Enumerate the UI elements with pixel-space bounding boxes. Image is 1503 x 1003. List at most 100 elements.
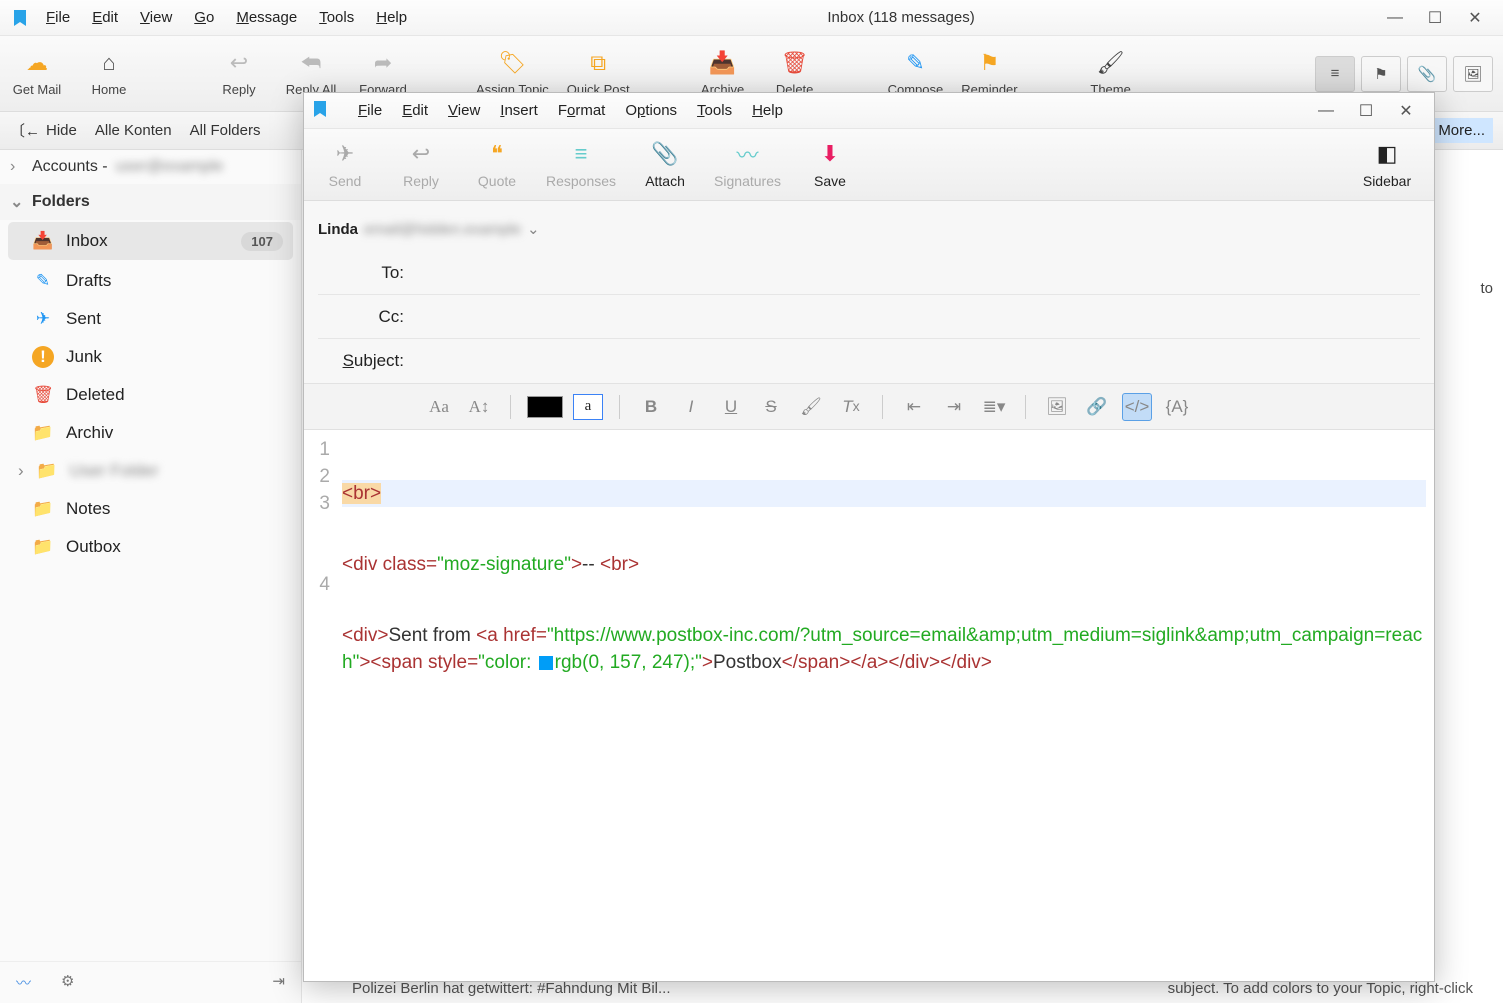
sidebar-item-notes[interactable]: 📁 Notes (0, 490, 301, 528)
compose-maximize[interactable]: ☐ (1356, 101, 1376, 121)
bold-button[interactable]: B (636, 393, 666, 421)
sidebar-item-outbox[interactable]: 📁 Outbox (0, 528, 301, 566)
all-accounts-button[interactable]: Alle Konten (95, 122, 172, 139)
sidebar-item-userfolder[interactable]: › 📁 User Folder (0, 452, 301, 490)
code-body[interactable]: <br> <div class="moz-signature">-- <br> … (338, 430, 1434, 981)
compose-menu-tools[interactable]: Tools (687, 98, 742, 123)
compose-close[interactable]: ✕ (1396, 101, 1416, 121)
cc-label: Cc: (318, 307, 416, 327)
view-image-icon[interactable]: 🖼 (1453, 56, 1493, 92)
font-size-button[interactable]: A↕ (464, 393, 494, 421)
toolbar-theme[interactable]: 🖌Theme (1084, 50, 1138, 97)
all-folders-button[interactable]: All Folders (190, 122, 261, 139)
view-attach-icon[interactable]: 📎 (1407, 56, 1447, 92)
toolbar-replyall[interactable]: ⮪Reply All (284, 50, 338, 97)
template-button[interactable]: {A} (1162, 393, 1192, 421)
hide-button[interactable]: 〔← Hide (10, 120, 77, 141)
html-source-editor[interactable]: 1 2 3 4 <br> <div class="moz-signature">… (304, 430, 1434, 981)
sidebar-item-deleted[interactable]: 🗑 Deleted (0, 376, 301, 414)
sidebar-item-sent[interactable]: ✈ Sent (0, 300, 301, 338)
sidebar-item-archiv[interactable]: 📁 Archiv (0, 414, 301, 452)
link-button[interactable]: 🔗 (1082, 393, 1112, 421)
folders-header[interactable]: ⌄ Folders (0, 184, 301, 220)
menu-help[interactable]: Help (366, 5, 417, 30)
compose-attach[interactable]: 📎Attach (638, 141, 692, 189)
compose-menu-edit[interactable]: Edit (392, 98, 438, 123)
image-button[interactable]: 🖼 (1042, 393, 1072, 421)
to-input[interactable] (416, 256, 1390, 290)
compose-minimize[interactable]: — (1316, 101, 1336, 121)
outdent-button[interactable]: ⇤ (899, 393, 929, 421)
deleted-icon: 🗑 (32, 384, 54, 406)
indent-button[interactable]: ⇥ (939, 393, 969, 421)
compose-save[interactable]: ⬇Save (803, 141, 857, 189)
subject-input[interactable] (416, 344, 1390, 378)
topic-hint-snippet: subject. To add colors to your Topic, ri… (1168, 980, 1473, 997)
sidebar-item-junk[interactable]: ! Junk (0, 338, 301, 376)
chat-icon[interactable]: 〰 (16, 972, 31, 993)
menu-message[interactable]: Message (226, 5, 307, 30)
sidebar-item-label: Junk (66, 347, 102, 367)
color-preview-icon (539, 656, 553, 670)
maximize-button[interactable]: ☐ (1425, 8, 1445, 28)
underline-button[interactable]: U (716, 393, 746, 421)
sidebar-item-label: Archiv (66, 423, 113, 443)
toolbar-reminder[interactable]: ⚑Reminder (961, 50, 1017, 97)
accounts-label: Accounts - (32, 158, 108, 176)
italic-button[interactable]: I (676, 393, 706, 421)
menu-go[interactable]: Go (184, 5, 224, 30)
compose-sidebar[interactable]: ◧Sidebar (1360, 141, 1414, 189)
compose-menu-file[interactable]: File (348, 98, 392, 123)
toolbar-assigntopic[interactable]: 🏷Assign Topic (476, 50, 549, 97)
compose-reply[interactable]: ↩Reply (394, 141, 448, 189)
compose-menu-insert[interactable]: Insert (490, 98, 548, 123)
minimize-button[interactable]: — (1385, 8, 1405, 28)
clear-format-button[interactable]: Tx (836, 393, 866, 421)
toolbar-forward[interactable]: ➦Forward (356, 50, 410, 97)
compose-responses[interactable]: ≡Responses (546, 141, 616, 189)
expand-icon[interactable]: ⇥ (272, 972, 285, 993)
list-button[interactable]: ≣▾ (979, 393, 1009, 421)
toolbar-quickpost[interactable]: ⧉Quick Post (567, 50, 630, 97)
line-gutter: 1 2 3 4 (304, 430, 338, 981)
menu-file[interactable]: File (36, 5, 80, 30)
window-title: Inbox (118 messages) (419, 9, 1383, 26)
menu-edit[interactable]: Edit (82, 5, 128, 30)
strike-button[interactable]: S (756, 393, 786, 421)
menu-view[interactable]: View (130, 5, 182, 30)
from-dropdown-icon[interactable]: ⌄ (521, 220, 546, 238)
compose-quote[interactable]: ❝Quote (470, 141, 524, 189)
highlight-color-swatch[interactable]: a (573, 394, 603, 420)
compose-signatures[interactable]: 〰Signatures (714, 141, 781, 189)
sidebar-item-drafts[interactable]: ✎ Drafts (0, 262, 301, 300)
account-address: user@example (116, 158, 224, 176)
menu-tools[interactable]: Tools (309, 5, 364, 30)
toolbar-delete[interactable]: 🗑Delete (768, 50, 822, 97)
folder-icon: 📁 (36, 460, 58, 482)
paint-button[interactable]: 🖌 (796, 393, 826, 421)
compose-send[interactable]: ✈Send (318, 141, 372, 189)
folder-icon: 📁 (32, 536, 54, 558)
toolbar-home[interactable]: ⌂Home (82, 50, 136, 97)
more-button[interactable]: More... (1430, 118, 1493, 143)
toolbar-reply[interactable]: ↩Reply (212, 50, 266, 97)
folders-label: Folders (32, 193, 90, 211)
cc-input[interactable] (416, 300, 1390, 334)
toolbar-getmail[interactable]: ☁Get Mail (10, 50, 64, 97)
view-flag-icon[interactable]: ⚑ (1361, 56, 1401, 92)
toolbar-compose[interactable]: ✎Compose (888, 50, 944, 97)
source-button[interactable]: </> (1122, 393, 1152, 421)
compose-menu-view[interactable]: View (438, 98, 490, 123)
sidebar-item-inbox[interactable]: 📥 Inbox 107 (8, 222, 293, 260)
compose-menu-format[interactable]: Format (548, 98, 616, 123)
accounts-header[interactable]: › Accounts - user@example (0, 150, 301, 184)
toolbar-archive[interactable]: 📥Archive (696, 50, 750, 97)
font-family-button[interactable]: Aa (424, 393, 454, 421)
compose-menu-options[interactable]: Options (615, 98, 687, 123)
view-list-icon[interactable]: ≡ (1315, 56, 1355, 92)
settings-icon[interactable]: ⚙ (61, 972, 74, 993)
from-name: Linda (318, 221, 358, 238)
compose-menu-help[interactable]: Help (742, 98, 793, 123)
close-button[interactable]: ✕ (1465, 8, 1485, 28)
text-color-swatch[interactable] (527, 396, 563, 418)
